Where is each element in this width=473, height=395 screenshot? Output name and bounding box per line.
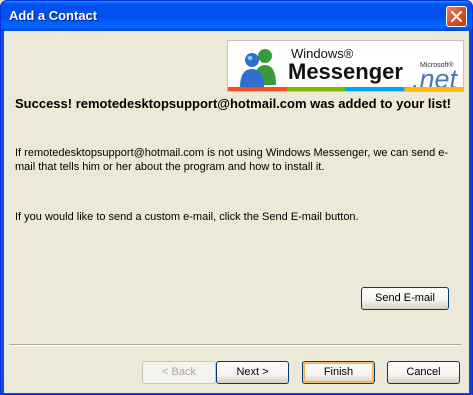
footer-separator [9,344,461,346]
cancel-button[interactable]: Cancel [387,361,460,384]
dialog-body: Windows® Messenger Microsoft® .net Succe… [4,31,469,393]
window-title: Add a Contact [9,8,98,23]
title-bar[interactable]: Add a Contact [1,1,472,31]
info-paragraph: If remotedesktopsupport@hotmail.com is n… [15,147,449,173]
send-email-button[interactable]: Send E-mail [361,287,449,310]
windows-messenger-logo: Windows® Messenger Microsoft® .net [227,40,464,92]
logo-color-bar [228,87,463,91]
back-button[interactable]: < Back [142,361,216,384]
messenger-people-icon [240,49,276,87]
finish-button[interactable]: Finish [302,361,375,384]
success-heading: Success! remotedesktopsupport@hotmail.co… [15,96,451,111]
add-contact-dialog: Add a Contact Windows® Messenger Microso… [0,0,473,395]
custom-email-paragraph: If you would like to send a custom e-mai… [15,211,359,223]
next-button[interactable]: Next > [216,361,289,384]
close-button[interactable] [446,6,467,27]
logo-messenger-text: Messenger [288,59,403,84]
close-icon [451,11,462,22]
